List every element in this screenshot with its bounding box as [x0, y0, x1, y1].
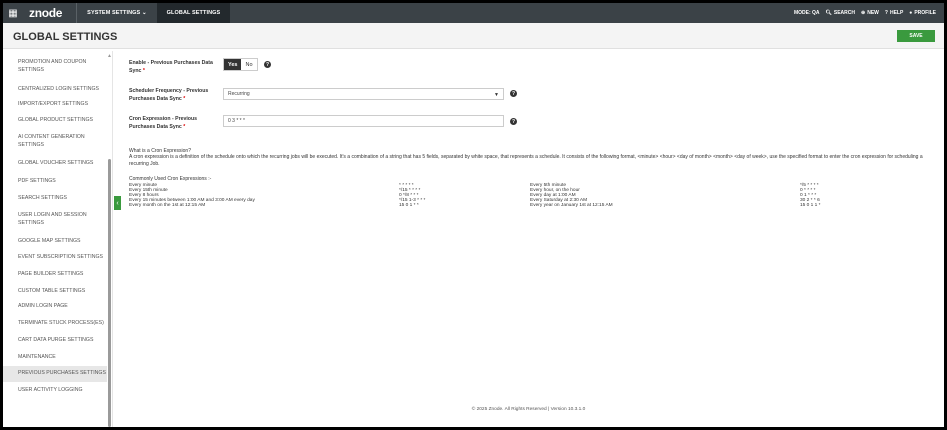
sidebar-item[interactable]: CUSTOM TABLE SETTINGS: [3, 288, 107, 296]
search-label: SEARCH: [833, 10, 856, 16]
required-mark: *: [183, 96, 186, 102]
sidebar-item[interactable]: PDF SETTINGS: [3, 178, 107, 186]
common-cron-heading: Commonly Used Cron Expressions :-: [129, 176, 212, 182]
save-button[interactable]: SAVE: [897, 30, 935, 42]
top-navbar: ▦ znode SYSTEM SETTINGS ⌄ GLOBAL SETTING…: [3, 3, 944, 23]
sidebar-item[interactable]: AI CONTENT GENERATION SETTINGS: [3, 134, 107, 149]
sidebar-item[interactable]: MAINTENANCE: [3, 354, 107, 362]
grid-menu-icon[interactable]: ▦: [3, 3, 23, 23]
help-icon[interactable]: ?: [510, 118, 517, 125]
sidebar-item[interactable]: PREVIOUS PURCHASES SETTINGS: [3, 366, 107, 382]
page-header: GLOBAL SETTINGS SAVE: [3, 23, 944, 49]
cron-label-text: Cron Expression - Previous Purchases Dat…: [129, 116, 198, 130]
app-frame: ▦ znode SYSTEM SETTINGS ⌄ GLOBAL SETTING…: [3, 3, 944, 427]
sidebar-item[interactable]: USER ACTIVITY LOGGING: [3, 387, 107, 395]
cron-expression-input[interactable]: 0 3 * * *: [223, 115, 504, 127]
required-mark: *: [183, 124, 186, 130]
sidebar-item[interactable]: PROMOTION AND COUPON SETTINGS: [3, 59, 107, 74]
chevron-down-icon: ▼: [494, 92, 499, 98]
question-icon: ?: [884, 10, 888, 16]
help-label: HELP: [889, 10, 904, 16]
required-mark: *: [142, 68, 145, 74]
nav-global-settings[interactable]: GLOBAL SETTINGS: [156, 3, 231, 23]
frequency-label-text: Scheduler Frequency - Previous Purchases…: [129, 88, 209, 102]
znode-logo[interactable]: znode: [29, 6, 62, 20]
nav-system-settings[interactable]: SYSTEM SETTINGS ⌄: [77, 3, 156, 23]
enable-sync-label-text: Enable - Previous Purchases Data Sync: [129, 60, 213, 74]
footer-copyright: © 2025 Znode. All Rights Reserved | Vers…: [471, 407, 586, 412]
sidebar-item[interactable]: PAGE BUILDER SETTINGS: [3, 271, 107, 279]
profile-label: PROFILE: [914, 10, 936, 16]
cron-example-desc: Every month on the 1st at 12:15 AM: [129, 203, 206, 208]
help-button[interactable]: ? HELP: [885, 10, 903, 16]
profile-button[interactable]: ● PROFILE: [909, 10, 936, 16]
user-icon: ●: [909, 10, 913, 16]
collapse-sidebar-icon[interactable]: ‹: [114, 196, 121, 210]
search-icon: 🔍︎: [825, 10, 832, 16]
new-label: NEW: [867, 10, 879, 16]
sidebar-item[interactable]: GLOBAL PRODUCT SETTINGS: [3, 117, 107, 125]
help-icon[interactable]: ?: [264, 61, 271, 68]
plus-circle-icon: ⊕: [861, 10, 866, 16]
cron-expression-value: 0 3 * * *: [228, 118, 245, 124]
frequency-select-value: Recurring: [228, 91, 250, 97]
sidebar-item[interactable]: CART DATA PURGE SETTINGS: [3, 337, 107, 345]
help-icon[interactable]: ?: [510, 90, 517, 97]
nav-right-group: MODE: QA 🔍︎ SEARCH ⊕ NEW ? HELP ● PROFILE: [794, 3, 936, 23]
sidebar-item[interactable]: GOOGLE MAP SETTINGS: [3, 238, 107, 246]
sidebar-item[interactable]: USER LOGIN AND SESSION SETTINGS: [3, 212, 107, 227]
enable-sync-label: Enable - Previous Purchases Data Sync *: [129, 59, 224, 75]
frequency-select[interactable]: Recurring ▼: [223, 88, 504, 100]
sidebar-item[interactable]: EVENT SUBSCRIPTION SETTINGS: [3, 254, 107, 262]
search-button[interactable]: 🔍︎ SEARCH: [826, 10, 855, 16]
cron-example-expression: 15 0 1 1 *: [800, 203, 821, 208]
sidebar-item[interactable]: CENTRALIZED LOGIN SETTINGS: [3, 86, 107, 94]
cron-info-text: A cron expression is a definition of the…: [129, 154, 923, 167]
cron-label: Cron Expression - Previous Purchases Dat…: [129, 115, 224, 131]
sidebar-item[interactable]: IMPORT/EXPORT SETTINGS: [3, 101, 107, 109]
sidebar-item[interactable]: SEARCH SETTINGS: [3, 195, 107, 203]
frequency-label: Scheduler Frequency - Previous Purchases…: [129, 87, 224, 103]
toggle-yes[interactable]: Yes: [224, 59, 242, 70]
enable-sync-toggle[interactable]: Yes No: [223, 58, 258, 71]
sidebar-item[interactable]: TERMINATE STUCK PROCESS(ES): [3, 320, 107, 328]
new-button[interactable]: ⊕ NEW: [861, 10, 879, 16]
page-title: GLOBAL SETTINGS: [13, 31, 118, 43]
scroll-up-arrow-icon[interactable]: ▲: [107, 53, 112, 59]
toggle-no[interactable]: No: [241, 59, 257, 70]
cron-example-expression: 15 0 1 * *: [399, 203, 419, 208]
sidebar-item[interactable]: ADMIN LOGIN PAGE: [3, 303, 107, 311]
sidebar-item[interactable]: GLOBAL VOUCHER SETTINGS: [3, 160, 107, 168]
sidebar-scrollbar[interactable]: [108, 159, 111, 427]
mode-indicator: MODE: QA: [793, 10, 820, 16]
cron-example-desc: Every year on January 1st at 12:15 AM: [530, 203, 613, 208]
